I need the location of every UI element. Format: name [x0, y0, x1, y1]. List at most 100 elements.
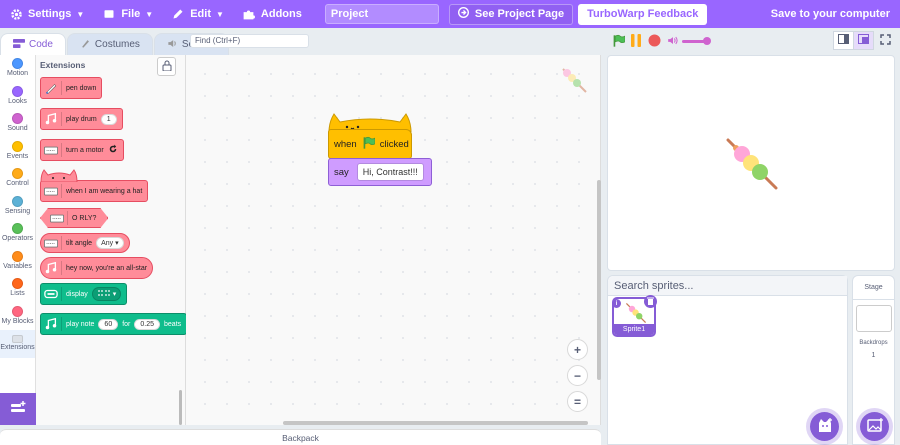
category-sensing[interactable]: Sensing	[0, 193, 35, 221]
settings-label: Settings	[28, 8, 72, 20]
workspace-vertical-scrollbar[interactable]	[597, 180, 601, 380]
edit-label: Edit	[190, 8, 211, 20]
note-number-input[interactable]: 60	[98, 318, 119, 330]
stage-thumbnail[interactable]	[856, 305, 892, 332]
category-label: Operators	[1, 235, 34, 242]
flyout-title: Extensions	[40, 60, 86, 70]
file-menu[interactable]: File ▼	[93, 0, 162, 28]
project-title-input[interactable]: Project	[324, 4, 439, 24]
category-label: Looks	[8, 97, 27, 105]
flyout-scrollbar[interactable]	[179, 390, 182, 425]
stop-button[interactable]	[647, 34, 661, 49]
green-flag-icon	[612, 34, 625, 51]
block-label: pen down	[66, 84, 97, 92]
category-extensions[interactable]: Extensions	[0, 330, 35, 358]
block-play-note[interactable]: play note 60 for 0.25 beats	[40, 313, 188, 335]
pencil-icon	[171, 7, 185, 21]
workspace-horizontal-scrollbar[interactable]	[283, 421, 588, 425]
block-orly[interactable]: O RLY?	[40, 208, 108, 228]
large-stage-button[interactable]	[853, 31, 874, 50]
zoom-out-button[interactable]: −	[567, 365, 588, 386]
clicked-label: clicked	[379, 138, 409, 150]
file-icon	[102, 7, 116, 21]
category-events[interactable]: Events	[0, 138, 35, 166]
category-my-blocks[interactable]: My Blocks	[0, 303, 35, 331]
settings-menu[interactable]: Settings ▼	[0, 0, 93, 28]
sprite-info-button[interactable]: i	[612, 299, 621, 308]
block-wearing-hat[interactable]: when I am wearing a hat	[40, 180, 149, 202]
add-sprite-button[interactable]	[810, 412, 839, 441]
block-display[interactable]: display ▾	[40, 283, 128, 305]
category-color-icon	[12, 113, 23, 124]
category-color-icon	[12, 85, 23, 97]
stage-canvas[interactable]	[607, 55, 895, 271]
music-note-icon	[44, 112, 62, 126]
category-lists[interactable]: Lists	[0, 275, 35, 303]
add-extension-button[interactable]	[0, 393, 36, 425]
block-play-drum[interactable]: play drum 1	[40, 108, 123, 130]
add-backdrop-button[interactable]	[860, 412, 889, 441]
see-project-page-button[interactable]: See Project Page	[448, 3, 574, 25]
drum-number-input[interactable]: 1	[100, 113, 117, 125]
pause-button[interactable]	[629, 34, 643, 49]
say-text-input[interactable]: Hi, Contrast!!!	[356, 163, 424, 181]
gear-icon	[9, 7, 23, 21]
block-allstar[interactable]: hey now, you're an all-star	[40, 257, 154, 279]
backpack-header[interactable]: Backpack	[0, 429, 601, 445]
category-color-icon	[12, 140, 23, 152]
dango-watermark-icon	[562, 68, 587, 93]
category-variables[interactable]: Variables	[0, 248, 35, 276]
beats-number-input[interactable]: 0.25	[134, 318, 161, 330]
block-label: when I am wearing a hat	[66, 187, 143, 195]
block-tilt-angle[interactable]: tilt angle Any ▾	[40, 233, 130, 253]
for-label: for	[122, 320, 131, 328]
volume-slider-knob[interactable]	[703, 37, 711, 45]
category-label: My Blocks	[1, 317, 34, 325]
save-to-computer-button[interactable]: Save to your computer	[771, 0, 890, 28]
category-label: Sensing	[4, 207, 31, 215]
file-label: File	[121, 8, 141, 20]
block-turn-motor[interactable]: turn a motor	[40, 139, 124, 161]
fullscreen-button[interactable]	[875, 31, 896, 50]
category-sound[interactable]: Sound	[0, 110, 35, 138]
speaker-icon	[167, 38, 178, 52]
small-stage-button[interactable]	[833, 31, 854, 50]
green-flag-button[interactable]	[611, 34, 625, 51]
find-input[interactable]: Find (Ctrl+F)	[190, 34, 309, 48]
caret-down-icon: ▾	[115, 240, 119, 247]
feedback-button[interactable]: TurboWarp Feedback	[578, 3, 708, 25]
delete-sprite-button[interactable]	[644, 295, 657, 308]
tilt-angle-dropdown[interactable]: Any ▾	[96, 237, 124, 249]
sprite-search-input[interactable]: Search sprites...	[608, 276, 847, 296]
say-block[interactable]: say Hi, Contrast!!!	[328, 158, 432, 186]
tab-costumes[interactable]: Costumes	[66, 33, 153, 55]
volume-button[interactable]	[666, 35, 680, 49]
backdrops-count: 1	[871, 352, 876, 359]
sprite-name: Sprite1	[614, 324, 654, 335]
category-control[interactable]: Control	[0, 165, 35, 193]
category-operators[interactable]: Operators	[0, 220, 35, 248]
block-label: turn a motor	[66, 146, 104, 154]
code-icon	[13, 38, 25, 51]
arrow-right-icon	[457, 7, 469, 21]
category-color-icon	[12, 335, 23, 343]
when-label: when	[334, 138, 357, 150]
category-label: Events	[6, 152, 29, 160]
category-looks[interactable]: Looks	[0, 83, 35, 111]
block-pen-down[interactable]: pen down	[40, 77, 103, 99]
tab-costumes-label: Costumes	[94, 39, 140, 50]
category-label: Sound	[7, 125, 28, 132]
tab-code[interactable]: Code	[0, 33, 66, 55]
rotate-cw-icon	[108, 144, 118, 156]
zoom-in-button[interactable]: +	[567, 339, 588, 360]
lock-flyout-button[interactable]	[157, 57, 176, 76]
block-label: play drum	[66, 115, 97, 123]
addons-menu[interactable]: Addons	[233, 0, 311, 28]
category-motion[interactable]: Motion	[0, 55, 35, 83]
edit-menu[interactable]: Edit ▼	[162, 0, 233, 28]
trash-icon	[647, 296, 654, 308]
when-flag-clicked-block[interactable]: when clicked	[328, 129, 412, 159]
zoom-reset-button[interactable]: =	[567, 391, 588, 412]
display-matrix-dropdown[interactable]: ▾	[91, 287, 122, 301]
zoom-in-icon: +	[573, 342, 581, 357]
